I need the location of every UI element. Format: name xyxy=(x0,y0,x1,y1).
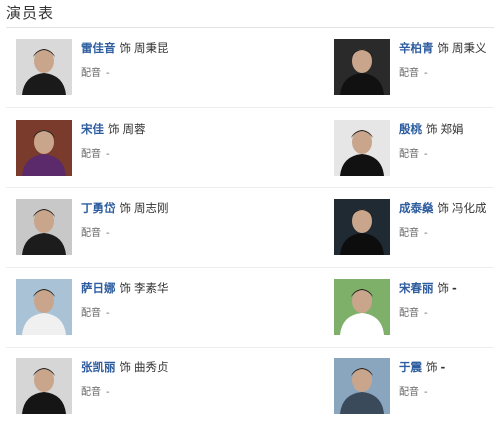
actor-photo[interactable] xyxy=(16,358,72,414)
dub-value: - xyxy=(106,228,110,239)
dub-line: 配音 - xyxy=(399,383,428,398)
cast-item: 殷桃饰郑娟 配音 - xyxy=(334,120,500,180)
page-title: 演员表 xyxy=(6,4,55,22)
role-name: 曲秀贞 xyxy=(134,360,169,374)
dub-label: 配音 xyxy=(81,149,101,160)
actor-photo[interactable] xyxy=(16,39,72,95)
dub-value: - xyxy=(424,308,428,319)
actor-name-link[interactable]: 成泰燊 xyxy=(399,201,434,215)
dub-value: - xyxy=(424,149,428,160)
dub-line: 配音 - xyxy=(399,224,428,239)
cast-item: 萨日娜饰李素华 配音 - xyxy=(16,279,246,339)
cast-item: 雷佳音饰周秉昆 配音 - xyxy=(16,39,246,99)
actor-role-line: 殷桃饰郑娟 xyxy=(399,121,464,137)
actor-photo[interactable] xyxy=(16,199,72,255)
as-label: 饰 xyxy=(108,122,120,136)
role-name: 周秉昆 xyxy=(134,41,169,55)
actor-photo[interactable] xyxy=(16,279,72,335)
cast-item: 张凯丽饰曲秀贞 配音 - xyxy=(16,358,246,418)
actor-name-link[interactable]: 张凯丽 xyxy=(81,360,116,374)
dub-label: 配音 xyxy=(399,308,419,319)
dub-value: - xyxy=(106,149,110,160)
role-name: 冯化成 xyxy=(452,201,487,215)
role-name: 郑娟 xyxy=(440,122,464,136)
role-name: 李素华 xyxy=(134,281,169,295)
dub-value: - xyxy=(424,68,428,79)
dub-line: 配音 - xyxy=(399,145,428,160)
dub-line: 配音 - xyxy=(81,383,110,398)
dub-value: - xyxy=(424,387,428,398)
role-name: - xyxy=(440,360,446,374)
dub-label: 配音 xyxy=(81,68,101,79)
dub-label: 配音 xyxy=(399,68,419,79)
actor-role-line: 雷佳音饰周秉昆 xyxy=(81,40,169,56)
actor-name-link[interactable]: 殷桃 xyxy=(399,122,422,136)
dub-value: - xyxy=(424,228,428,239)
dub-label: 配音 xyxy=(81,308,101,319)
actor-photo[interactable] xyxy=(334,39,390,95)
actor-role-line: 丁勇岱饰周志刚 xyxy=(81,200,169,216)
dub-line: 配音 - xyxy=(81,145,110,160)
cast-item: 宋春丽饰 - 配音 - xyxy=(334,279,500,339)
role-name: - xyxy=(452,281,457,295)
row-divider xyxy=(6,187,494,188)
dub-label: 配音 xyxy=(399,149,419,160)
row-divider xyxy=(6,267,494,268)
actor-role-line: 辛柏青饰周秉义 xyxy=(399,40,487,56)
dub-line: 配音 - xyxy=(81,304,110,319)
as-label: 饰 xyxy=(426,360,438,374)
row-divider xyxy=(6,347,494,348)
actor-name-link[interactable]: 萨日娜 xyxy=(81,281,116,295)
as-label: 饰 xyxy=(119,201,132,215)
actor-photo[interactable] xyxy=(334,279,390,335)
actor-role-line: 于震饰 - xyxy=(399,359,445,375)
dub-line: 配音 - xyxy=(81,64,110,79)
actor-photo[interactable] xyxy=(334,358,390,414)
dub-label: 配音 xyxy=(81,387,101,398)
actor-photo[interactable] xyxy=(334,199,390,255)
dub-value: - xyxy=(106,68,110,79)
cast-item: 成泰燊饰冯化成 配音 - xyxy=(334,199,500,259)
actor-role-line: 萨日娜饰李素华 xyxy=(81,280,169,296)
actor-photo[interactable] xyxy=(16,120,72,176)
dub-line: 配音 - xyxy=(399,304,428,319)
role-name: 周志刚 xyxy=(134,201,169,215)
as-label: 饰 xyxy=(119,360,132,374)
actor-photo[interactable] xyxy=(334,120,390,176)
dub-value: - xyxy=(106,308,110,319)
cast-item: 宋佳饰周蓉 配音 - xyxy=(16,120,246,180)
actor-name-link[interactable]: 辛柏青 xyxy=(399,41,434,55)
dub-label: 配音 xyxy=(399,228,419,239)
actor-name-link[interactable]: 雷佳音 xyxy=(81,41,116,55)
as-label: 饰 xyxy=(119,281,132,295)
as-label: 饰 xyxy=(426,122,438,136)
actor-name-link[interactable]: 于震 xyxy=(399,360,422,374)
dub-value: - xyxy=(106,387,110,398)
dub-line: 配音 - xyxy=(399,64,428,79)
actor-name-link[interactable]: 丁勇岱 xyxy=(81,201,116,215)
actor-role-line: 张凯丽饰曲秀贞 xyxy=(81,359,169,375)
as-label: 饰 xyxy=(437,201,450,215)
role-name: 周秉义 xyxy=(452,41,487,55)
cast-item: 丁勇岱饰周志刚 配音 - xyxy=(16,199,246,259)
actor-role-line: 成泰燊饰冯化成 xyxy=(399,200,487,216)
row-divider xyxy=(6,107,494,108)
actor-name-link[interactable]: 宋佳 xyxy=(81,122,104,136)
as-label: 饰 xyxy=(437,281,450,295)
cast-item: 辛柏青饰周秉义 配音 - xyxy=(334,39,500,99)
actor-role-line: 宋春丽饰 - xyxy=(399,280,457,296)
actor-name-link[interactable]: 宋春丽 xyxy=(399,281,434,295)
as-label: 饰 xyxy=(437,41,450,55)
dub-label: 配音 xyxy=(399,387,419,398)
as-label: 饰 xyxy=(119,41,132,55)
role-name: 周蓉 xyxy=(122,122,146,136)
dub-line: 配音 - xyxy=(81,224,110,239)
cast-item: 于震饰 - 配音 - xyxy=(334,358,500,418)
title-divider xyxy=(6,27,494,28)
actor-role-line: 宋佳饰周蓉 xyxy=(81,121,146,137)
dub-label: 配音 xyxy=(81,228,101,239)
